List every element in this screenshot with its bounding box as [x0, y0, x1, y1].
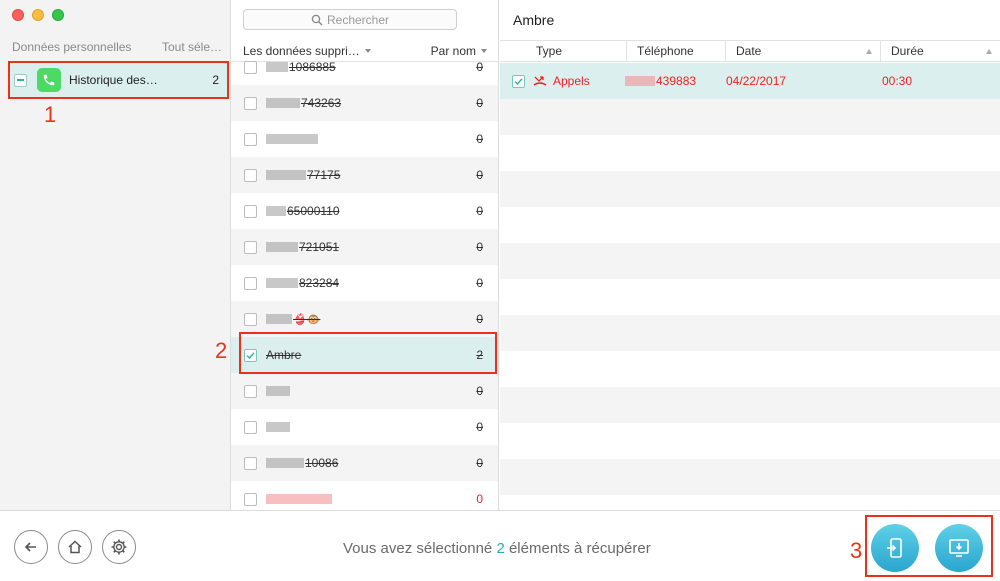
detail-table-header: Type Téléphone Date Durée: [500, 40, 1000, 62]
list-item[interactable]: 743263 0: [231, 85, 498, 121]
deleted-count: 0: [476, 132, 483, 146]
home-button[interactable]: [58, 530, 92, 564]
contact-list-panel: Rechercher Les données suppri… Par nom 1…: [231, 0, 499, 510]
column-header-duration[interactable]: Durée: [881, 41, 1000, 61]
table-row-selected[interactable]: Appels 439883 04/22/2017 00:30: [500, 63, 1000, 99]
selection-status: Vous avez sélectionné 2 éléments à récup…: [343, 540, 651, 557]
contact-name: 77175: [266, 168, 476, 182]
contact-name: 743263: [266, 96, 476, 110]
zoom-window-button[interactable]: [52, 9, 64, 21]
minimize-window-button[interactable]: [32, 9, 44, 21]
missed-call-icon: [533, 76, 547, 86]
deleted-count: 0: [476, 492, 483, 506]
column-header-type[interactable]: Type: [500, 41, 627, 61]
row-checkbox[interactable]: [244, 60, 257, 74]
search-icon: [311, 14, 323, 25]
contact-list: 1086885 0 743263 0 0 77175 0 65000110 0 7210…: [231, 49, 498, 510]
contact-name: [266, 494, 476, 504]
column-header-phone[interactable]: Téléphone: [627, 41, 726, 61]
annotation-number-3: 3: [850, 538, 863, 563]
back-icon: [24, 542, 36, 552]
row-checkbox[interactable]: [244, 204, 257, 218]
list-item[interactable]: 10086 0: [231, 445, 498, 481]
deleted-count: 0: [476, 420, 483, 434]
row-checkbox[interactable]: [244, 312, 257, 326]
list-item[interactable]: 65000110 0: [231, 193, 498, 229]
contact-name: 65000110: [266, 204, 476, 218]
row-checkbox[interactable]: [512, 74, 525, 88]
contact-name: 823284: [266, 276, 476, 290]
row-checkbox[interactable]: [244, 492, 257, 506]
list-item[interactable]: 721051 0: [231, 229, 498, 265]
column-header-date[interactable]: Date: [726, 41, 881, 61]
detail-table-body: Appels 439883 04/22/2017 00:30: [500, 63, 1000, 495]
row-checkbox[interactable]: [244, 240, 257, 254]
deleted-count: 0: [476, 384, 483, 398]
deleted-count: 0: [476, 168, 483, 182]
contact-name: [266, 134, 476, 144]
settings-icon: [111, 539, 127, 555]
select-all-button[interactable]: Tout séle…: [162, 40, 222, 54]
annotation-box-1: [8, 61, 229, 99]
record-duration: 00:30: [882, 74, 913, 88]
sidebar-title: Données personnelles: [12, 40, 132, 54]
check-icon: [514, 77, 523, 85]
back-button[interactable]: [14, 530, 48, 564]
close-window-button[interactable]: [12, 9, 24, 21]
annotation-number-1: 1: [44, 102, 57, 127]
search-placeholder: Rechercher: [326, 12, 390, 27]
list-item[interactable]: 0: [231, 481, 498, 510]
contact-name: 👙🐵: [266, 313, 476, 326]
row-checkbox[interactable]: [244, 168, 257, 182]
home-icon: [68, 540, 82, 554]
detail-panel: Ambre Type Téléphone Date Durée Appels 4…: [500, 0, 1000, 510]
record-type: Appels: [553, 74, 590, 88]
deleted-count: 0: [476, 240, 483, 254]
list-item[interactable]: 1086885 0: [231, 49, 498, 85]
deleted-count: 0: [476, 276, 483, 290]
list-item[interactable]: 823284 0: [231, 265, 498, 301]
annotation-number-2: 2: [215, 338, 228, 363]
deleted-count: 0: [476, 312, 483, 326]
selection-count: 2: [496, 540, 505, 557]
row-checkbox[interactable]: [244, 456, 257, 470]
record-phone: 439883: [625, 74, 726, 88]
deleted-count: 0: [476, 60, 483, 74]
contact-name: [266, 386, 476, 396]
contact-title: Ambre: [513, 12, 555, 28]
row-checkbox[interactable]: [244, 132, 257, 146]
search-input[interactable]: Rechercher: [243, 9, 457, 30]
list-item[interactable]: 77175 0: [231, 157, 498, 193]
row-checkbox[interactable]: [244, 276, 257, 290]
settings-button[interactable]: [102, 530, 136, 564]
deleted-count: 0: [476, 96, 483, 110]
list-item[interactable]: 0: [231, 373, 498, 409]
deleted-count: 0: [476, 456, 483, 470]
sort-ascending-icon: [866, 49, 872, 54]
sort-ascending-icon: [986, 49, 992, 54]
deleted-count: 0: [476, 204, 483, 218]
list-item[interactable]: 0: [231, 409, 498, 445]
contact-name: 10086: [266, 456, 476, 470]
list-item[interactable]: 0: [231, 121, 498, 157]
row-checkbox[interactable]: [244, 420, 257, 434]
row-checkbox[interactable]: [244, 96, 257, 110]
contact-name: 721051: [266, 240, 476, 254]
contact-name: [266, 422, 476, 432]
row-checkbox[interactable]: [244, 384, 257, 398]
contact-name: 1086885: [266, 60, 476, 74]
record-date: 04/22/2017: [726, 74, 787, 88]
annotation-box-3: [865, 515, 993, 577]
annotation-box-2: [239, 332, 497, 374]
